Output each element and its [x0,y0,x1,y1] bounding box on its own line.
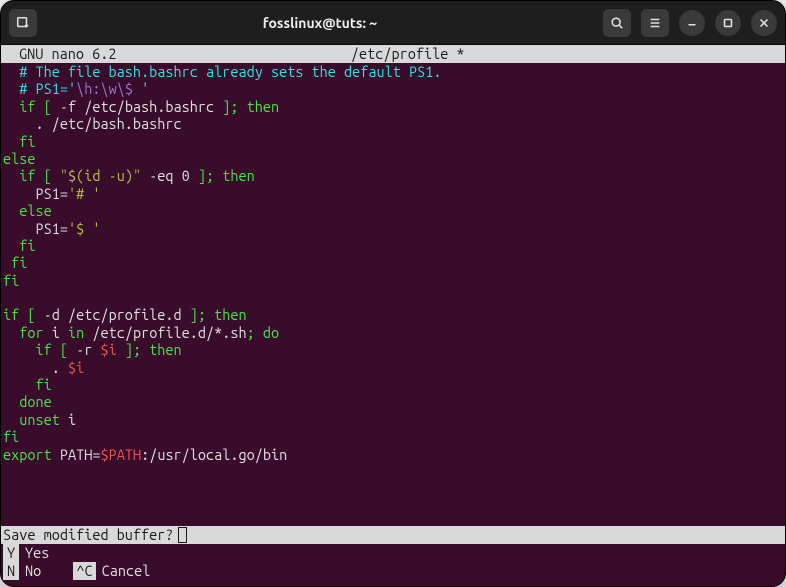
yes-label: Yes [25,544,49,561]
code-line: # The file bash.bashrc already sets the … [3,63,785,80]
close-button[interactable] [751,10,777,36]
cancel-option[interactable]: ^C Cancel [73,562,150,580]
code-line: export PATH=$PATH:/usr/local.go/bin [3,446,785,463]
maximize-button[interactable] [715,10,741,36]
code-line: # PS1='\h:\w\$ ' [3,80,785,97]
window-title: fosslinux@tuts: ~ [263,15,377,31]
key-cancel: ^C [73,562,95,579]
code-line [3,289,785,306]
code-line: for i in /etc/profile.d/*.sh; do [3,324,785,341]
no-label: No [25,562,41,579]
code-line: if [ -f /etc/bash.bashrc ]; then [3,98,785,115]
key-y: Y [3,544,19,561]
code-line: . $i [3,359,785,376]
cancel-label: Cancel [102,562,151,579]
new-tab-button[interactable] [9,9,37,37]
code-line: fi [3,133,785,150]
key-n: N [3,562,19,579]
minimize-button[interactable] [679,10,705,36]
code-line: . /etc/bash.bashrc [3,115,785,132]
nano-filename: /etc/profile * [36,45,779,62]
code-line: fi [3,254,785,271]
nano-header: GNU nano 6.2 /etc/profile * [1,45,785,63]
cursor [178,527,187,543]
code-line: else [3,150,785,167]
code-line: if [ "$(id -u)" -eq 0 ]; then [3,167,785,184]
code-line: else [3,202,785,219]
prompt-text: Save modified buffer? [3,526,174,543]
no-option[interactable]: N No [3,562,49,580]
yes-option[interactable]: Y Yes [3,544,49,562]
code-line: if [ -r $i ]; then [3,341,785,358]
terminal-content[interactable]: GNU nano 6.2 /etc/profile * # The file b… [1,45,785,586]
search-button[interactable] [603,9,631,37]
save-prompt: Save modified buffer? [1,526,785,544]
editor-area[interactable]: # The file bash.bashrc already sets the … [1,63,785,526]
menu-button[interactable] [641,9,669,37]
code-line: PS1='$ ' [3,220,785,237]
code-line: fi [3,428,785,445]
code-line: PS1='# ' [3,185,785,202]
code-line: done [3,393,785,410]
code-line: fi [3,376,785,393]
nano-footer: Y Yes N No ^X- ^C Cancel [1,544,785,586]
code-line: unset i [3,411,785,428]
code-line: if [ -d /etc/profile.d ]; then [3,306,785,323]
code-line: fi [3,237,785,254]
titlebar: fosslinux@tuts: ~ [1,1,785,45]
terminal-window: fosslinux@tuts: ~ GNU nano 6.2 /etc/prof… [0,0,786,587]
code-line: fi [3,272,785,289]
